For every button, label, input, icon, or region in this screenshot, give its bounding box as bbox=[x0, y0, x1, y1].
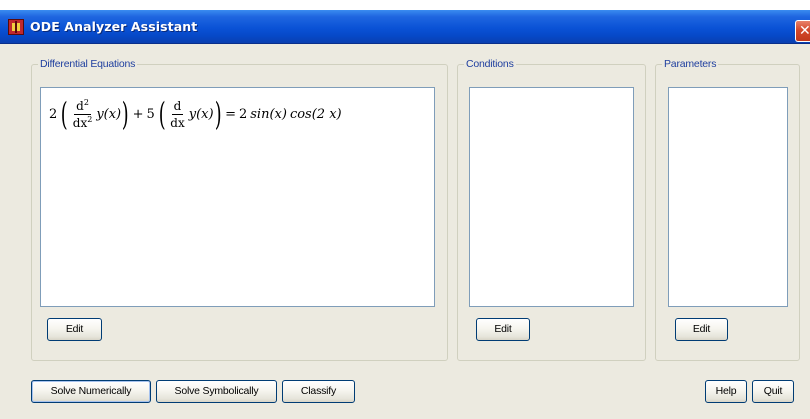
dialog-body: Differential Equations 2 ( d2 dx2 y(x) )… bbox=[0, 44, 810, 419]
parameters-label: Parameters bbox=[664, 58, 717, 70]
classify-button[interactable]: Classify bbox=[282, 380, 355, 403]
eq-plus: + bbox=[132, 106, 144, 122]
edit-conditions-button[interactable]: Edit bbox=[476, 318, 530, 341]
close-paren-icon: ) bbox=[121, 95, 129, 133]
eq-rhs-sin: sin(x) bbox=[250, 106, 287, 122]
solve-numerically-button[interactable]: Solve Numerically bbox=[31, 380, 151, 403]
close-icon[interactable]: ✕ bbox=[795, 20, 810, 42]
eq-rhs-cos: cos(2 x) bbox=[289, 106, 342, 122]
second-derivative-fraction: d2 dx2 bbox=[72, 97, 93, 130]
first-derivative-fraction: d dx bbox=[170, 98, 185, 130]
help-button[interactable]: Help bbox=[705, 380, 747, 403]
conditions-label: Conditions bbox=[466, 58, 514, 70]
solve-symbolically-button[interactable]: Solve Symbolically bbox=[156, 380, 277, 403]
eq-func-y2: y(x) bbox=[188, 106, 214, 122]
eq-coef-5: 5 bbox=[146, 106, 155, 122]
differential-equations-label: Differential Equations bbox=[40, 58, 136, 70]
edit-parameters-button[interactable]: Edit bbox=[675, 318, 728, 341]
eq-coef-2: 2 bbox=[49, 106, 58, 122]
open-paren-icon: ( bbox=[61, 95, 68, 133]
eq-func-y1: y(x) bbox=[96, 106, 122, 122]
window-title: ODE Analyzer Assistant bbox=[30, 19, 198, 34]
quit-button[interactable]: Quit bbox=[752, 380, 794, 403]
eq-rhs-coef: 2 bbox=[238, 106, 248, 122]
open-paren-icon: ( bbox=[158, 95, 166, 133]
eq-equals: = bbox=[225, 106, 236, 122]
differential-equations-list[interactable]: 2 ( d2 dx2 y(x) ) + 5 ( d dx y(x)) = 2 … bbox=[40, 87, 435, 307]
conditions-list[interactable] bbox=[469, 87, 634, 307]
equation-row[interactable]: 2 ( d2 dx2 y(x) ) + 5 ( d dx y(x)) = 2 … bbox=[49, 98, 342, 130]
ode-analyzer-window: ODE Analyzer Assistant ✕ Differential Eq… bbox=[0, 0, 810, 419]
maple-app-icon bbox=[8, 19, 24, 35]
parameters-list[interactable] bbox=[668, 87, 788, 307]
title-bar[interactable]: ODE Analyzer Assistant ✕ bbox=[0, 10, 810, 44]
close-paren-icon: ) bbox=[214, 95, 222, 133]
edit-equations-button[interactable]: Edit bbox=[47, 318, 102, 341]
